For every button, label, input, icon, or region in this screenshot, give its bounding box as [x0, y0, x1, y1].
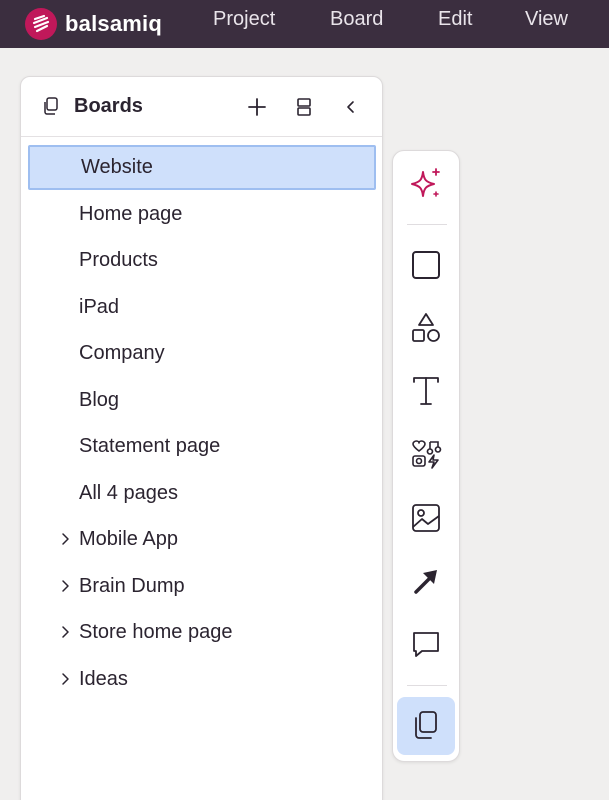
board-item-products[interactable]: Products [28, 238, 376, 283]
boards-icon [415, 711, 437, 739]
image-tool-button[interactable] [397, 489, 455, 547]
image-icon [412, 504, 440, 532]
board-label: Website [81, 156, 153, 178]
board-label: iPad [79, 296, 120, 318]
board-item-all-4-pages[interactable]: All 4 pages [28, 471, 376, 516]
board-label: Statement page [79, 435, 221, 457]
board-item-home-page[interactable]: Home page [28, 192, 376, 237]
board-label: Store home page [79, 621, 233, 643]
brand[interactable]: balsamiq [25, 8, 162, 40]
board-item-mobile-app[interactable]: Mobile App [28, 517, 376, 562]
board-label: Company [79, 342, 165, 364]
top-menu-bar: balsamiq Project Board Edit View [0, 0, 609, 48]
board-item-company[interactable]: Company [28, 331, 376, 376]
board-label: Products [79, 249, 158, 271]
chevron-right-icon[interactable] [60, 578, 70, 594]
chevron-left-icon [347, 101, 354, 113]
arrow-tool-button[interactable] [397, 552, 455, 610]
comment-tool-button[interactable] [397, 615, 455, 673]
sparkle-icon [411, 168, 440, 197]
shapes-icon [412, 313, 440, 342]
board-label: Ideas [79, 668, 128, 690]
arrow-icon [414, 570, 437, 594]
board-label: Blog [79, 389, 120, 411]
board-item-website[interactable]: Website [28, 145, 376, 190]
plus-icon [248, 98, 266, 116]
add-board-button[interactable] [245, 95, 269, 119]
menu-edit[interactable]: Edit [438, 0, 472, 48]
text-tool-button[interactable] [397, 362, 455, 420]
brand-name: balsamiq [65, 11, 162, 36]
chevron-right-icon[interactable] [60, 531, 70, 547]
balsamiq-logo-icon [25, 8, 57, 40]
icons-library-tool-button[interactable] [397, 425, 455, 483]
icons-library-icon [412, 440, 442, 469]
boards-panel-header: Boards [21, 77, 382, 137]
ai-tool-button[interactable] [397, 155, 455, 213]
board-item-ipad[interactable]: iPad [28, 285, 376, 330]
board-label: All 4 pages [79, 482, 178, 504]
board-item-store-home-page[interactable]: Store home page [28, 610, 376, 655]
board-item-ideas[interactable]: Ideas [28, 657, 376, 702]
text-icon [413, 377, 439, 405]
board-item-brain-dump[interactable]: Brain Dump [28, 564, 376, 609]
shapes-tool-button[interactable] [397, 299, 455, 357]
board-item-statement-page[interactable]: Statement page [28, 424, 376, 469]
menu-board[interactable]: Board [330, 0, 383, 48]
tool-rail [392, 150, 460, 762]
chevron-right-icon[interactable] [60, 671, 70, 687]
board-label: Brain Dump [79, 575, 185, 597]
boards-panel: Boards Website Home page Products iPad C… [20, 76, 383, 800]
menu-project[interactable]: Project [213, 0, 275, 48]
layout-toggle-button[interactable] [292, 95, 316, 119]
board-label: Mobile App [79, 528, 178, 550]
board-item-blog[interactable]: Blog [28, 378, 376, 423]
comment-icon [413, 632, 439, 657]
rectangle-icon [412, 251, 440, 279]
split-view-icon [297, 98, 311, 116]
boards-icon [41, 96, 61, 121]
panel-title: Boards [74, 95, 143, 117]
chevron-right-icon[interactable] [60, 624, 70, 640]
rectangle-tool-button[interactable] [397, 236, 455, 294]
boards-tool-button[interactable] [397, 697, 455, 755]
rail-divider [407, 685, 447, 686]
rail-divider [407, 224, 447, 225]
board-label: Home page [79, 203, 183, 225]
menu-view[interactable]: View [525, 0, 568, 48]
collapse-panel-button[interactable] [339, 95, 363, 119]
